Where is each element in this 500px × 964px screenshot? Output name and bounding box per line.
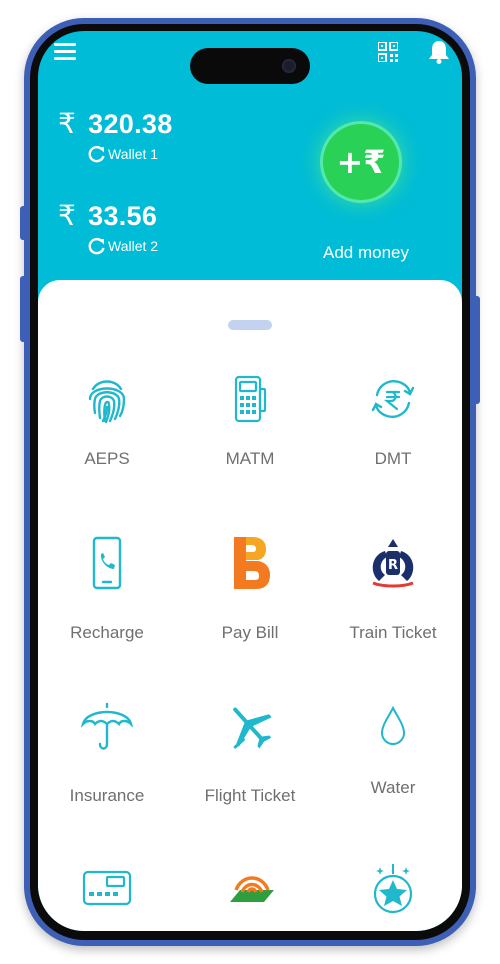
- card-machine-icon: [234, 375, 267, 423]
- phone-volume-button: [20, 276, 28, 342]
- add-money-button[interactable]: +₹: [323, 124, 399, 200]
- wallet-1-label: Wallet 1: [108, 146, 159, 162]
- qr-code-icon[interactable]: [378, 42, 398, 62]
- wallet-2-label: Wallet 2: [108, 238, 159, 254]
- water-drop-icon: [380, 705, 406, 746]
- wallet-2-amount: 33.56: [88, 201, 158, 231]
- umbrella-icon: [80, 702, 134, 750]
- app-screenshot: ₹320.38 Wallet 1 ₹33.56 Wallet 2 +₹ Add …: [0, 0, 500, 964]
- service-aeps[interactable]: AEPS: [38, 371, 177, 468]
- refresh-icon: [88, 145, 105, 163]
- phone-mute-switch: [20, 206, 28, 240]
- star-rewards-icon: [373, 864, 413, 914]
- service-label: DMT: [374, 449, 412, 468]
- rupee-transfer-icon: [371, 380, 415, 418]
- sheet-drag-handle[interactable]: [228, 320, 272, 330]
- wallet-2-refresh[interactable]: Wallet 2: [88, 237, 158, 255]
- service-dmt[interactable]: DMT: [323, 371, 462, 468]
- wallet-1-refresh[interactable]: Wallet 1: [88, 145, 158, 163]
- service-label: Insurance: [69, 786, 145, 805]
- service-pay-bill[interactable]: Pay Bill: [180, 535, 320, 642]
- wallet-2-balance: ₹33.56 Wallet 2: [58, 199, 158, 255]
- service-fastag[interactable]: [180, 860, 320, 916]
- service-insurance[interactable]: Insurance: [38, 698, 177, 805]
- phone-power-button: [472, 296, 480, 404]
- app-screen: ₹320.38 Wallet 1 ₹33.56 Wallet 2 +₹ Add …: [38, 31, 462, 931]
- service-label: Water: [370, 778, 416, 797]
- mobile-phone-icon: [92, 536, 122, 590]
- wallet-1-balance: ₹320.38 Wallet 1: [58, 107, 173, 163]
- service-water[interactable]: Water: [323, 698, 462, 797]
- service-label: MATM: [225, 449, 275, 468]
- credit-card-icon: [82, 870, 132, 906]
- dynamic-island: [190, 48, 310, 84]
- camera-icon: [282, 59, 296, 73]
- bharat-billpay-icon: [234, 537, 270, 589]
- service-label: Recharge: [70, 623, 144, 642]
- rupee-symbol: ₹: [58, 107, 77, 140]
- add-money-label[interactable]: Add money: [306, 243, 426, 263]
- service-card[interactable]: [38, 860, 177, 916]
- hamburger-menu-icon[interactable]: [54, 43, 76, 63]
- service-label: Flight Ticket: [204, 786, 296, 805]
- service-label: Pay Bill: [221, 623, 279, 642]
- service-recharge[interactable]: Recharge: [38, 535, 177, 642]
- fingerprint-icon: [88, 380, 126, 424]
- airplane-icon: [233, 707, 272, 749]
- irctc-train-icon: R: [372, 539, 414, 588]
- service-matm[interactable]: MATM: [180, 371, 320, 468]
- refresh-icon: [88, 237, 105, 255]
- service-flight-ticket[interactable]: Flight Ticket: [180, 698, 320, 805]
- service-train-ticket[interactable]: R Train Ticket: [323, 535, 462, 642]
- service-label: AEPS: [84, 449, 130, 468]
- notification-bell-icon[interactable]: [428, 40, 450, 64]
- wallet-1-amount: 320.38: [88, 109, 173, 139]
- service-rewards[interactable]: [323, 860, 462, 916]
- rupee-symbol: ₹: [58, 199, 77, 232]
- service-label: Train Ticket: [349, 623, 437, 642]
- svg-text:R: R: [388, 558, 398, 573]
- fastag-icon: [230, 876, 274, 902]
- services-sheet: AEPS MATM DMT Recharge Pay Bill R Train …: [38, 280, 462, 931]
